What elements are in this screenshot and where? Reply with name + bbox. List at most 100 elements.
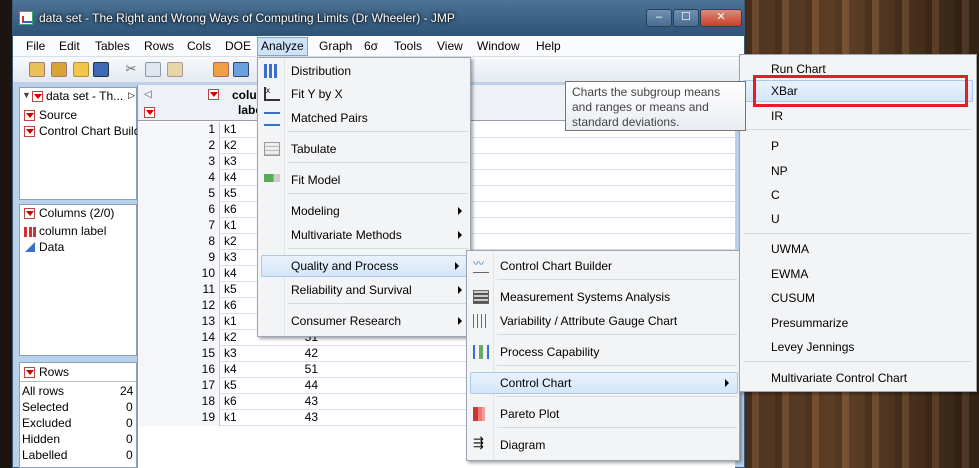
menu-item-diagram[interactable]: ⇶ Diagram (467, 434, 739, 456)
menu-item-matched-pairs[interactable]: Matched Pairs (258, 107, 470, 129)
expand-icon[interactable]: ▼ (22, 90, 31, 101)
row-number[interactable]: 16 (138, 362, 220, 378)
row-number[interactable]: 17 (138, 378, 220, 394)
cell-column-label[interactable]: k4 (224, 170, 237, 184)
menu-item-p[interactable]: P (740, 135, 976, 157)
menu-item-c[interactable]: C (740, 184, 976, 206)
grid-red-triangle-icon[interactable] (208, 89, 219, 100)
new-table-icon[interactable] (29, 62, 45, 77)
cell-column-label[interactable]: k4 (224, 362, 237, 376)
menu-item-process-capability[interactable]: Process Capability (467, 341, 739, 363)
row-number[interactable]: 10 (138, 266, 220, 282)
cell-column-label[interactable]: k2 (224, 234, 237, 248)
cell-column-label[interactable]: k2 (224, 138, 237, 152)
menu-item-presummarize[interactable]: Presummarize (740, 312, 976, 334)
menu-window[interactable]: Window (477, 39, 520, 53)
menu-doe[interactable]: DOE (225, 39, 251, 53)
cell-column-label[interactable]: k5 (224, 186, 237, 200)
column-label-item[interactable]: column label (39, 224, 106, 238)
cell-data[interactable]: 42 (290, 346, 318, 360)
grid-corner-icon[interactable]: ◁ (144, 89, 152, 100)
row-number[interactable]: 14 (138, 330, 220, 346)
row-number[interactable]: 11 (138, 282, 220, 298)
menu-item-modeling[interactable]: Modeling (258, 200, 470, 222)
cell-column-label[interactable]: k1 (224, 218, 237, 232)
copy-icon[interactable] (145, 62, 161, 77)
menu-item-control-chart[interactable]: Control Chart (470, 372, 738, 394)
menu-graph[interactable]: Graph (319, 39, 352, 53)
column-header-line1[interactable]: colu (232, 88, 257, 102)
cell-column-label[interactable]: k1 (224, 314, 237, 328)
cell-column-label[interactable]: k3 (224, 154, 237, 168)
table-name[interactable]: data set - Th... (46, 89, 123, 103)
cell-column-label[interactable]: k5 (224, 378, 237, 392)
cell-column-label[interactable]: k6 (224, 298, 237, 312)
cell-column-label[interactable]: k4 (224, 266, 237, 280)
row-number[interactable]: 19 (138, 410, 220, 426)
row-number[interactable]: 1 (138, 122, 220, 138)
menu-cols[interactable]: Cols (187, 39, 211, 53)
menu-item-np[interactable]: NP (740, 160, 976, 182)
menu-item-uwma[interactable]: UWMA (740, 238, 976, 260)
cell-column-label[interactable]: k1 (224, 122, 237, 136)
menu-item-distribution[interactable]: Distribution (258, 60, 470, 82)
menu-item-fit-y-by-x[interactable]: x Fit Y by X (258, 83, 470, 105)
menu-item-variability-gauge-chart[interactable]: Variability / Attribute Gauge Chart (467, 310, 739, 332)
close-button[interactable]: ✕ (700, 9, 742, 27)
cell-data[interactable]: 44 (290, 378, 318, 392)
cell-column-label[interactable]: k5 (224, 282, 237, 296)
menu-file[interactable]: File (26, 39, 45, 53)
row-number[interactable]: 7 (138, 218, 220, 234)
row-number[interactable]: 9 (138, 250, 220, 266)
table-red-triangle-icon[interactable] (32, 91, 43, 102)
ccb-script[interactable]: Control Chart Build (39, 124, 140, 138)
cell-column-label[interactable]: k1 (224, 410, 237, 424)
minimize-button[interactable]: – (646, 9, 672, 27)
source-red-triangle-icon[interactable] (24, 110, 35, 121)
rows-red-triangle-grid-icon[interactable] (144, 107, 155, 118)
menu-item-control-chart-builder[interactable]: 〰 Control Chart Builder (467, 255, 739, 277)
data-column-item[interactable]: Data (39, 240, 64, 254)
menu-item-u[interactable]: U (740, 208, 976, 230)
menu-analyze[interactable]: Analyze (257, 37, 308, 56)
cell-data[interactable]: 51 (290, 362, 318, 376)
cell-column-label[interactable]: k6 (224, 202, 237, 216)
menu-item-cusum[interactable]: CUSUM (740, 287, 976, 309)
grid-icon[interactable] (233, 62, 249, 77)
menu-item-multivariate-control-chart[interactable]: Multivariate Control Chart (740, 367, 976, 389)
row-number[interactable]: 2 (138, 138, 220, 154)
cell-column-label[interactable]: k3 (224, 346, 237, 360)
cut-icon[interactable]: ✂ (123, 62, 139, 77)
menu-view[interactable]: View (437, 39, 463, 53)
menu-six-sigma[interactable]: 6σ (364, 39, 378, 53)
menu-item-quality-and-process[interactable]: Quality and Process (261, 255, 468, 277)
menu-item-tabulate[interactable]: Tabulate (258, 138, 470, 160)
menu-item-ir[interactable]: IR (740, 105, 976, 127)
cell-column-label[interactable]: k6 (224, 394, 237, 408)
row-number[interactable]: 18 (138, 394, 220, 410)
save-icon[interactable] (93, 62, 109, 77)
cell-column-label[interactable]: k3 (224, 250, 237, 264)
row-number[interactable]: 8 (138, 234, 220, 250)
maximize-button[interactable]: ☐ (673, 9, 699, 27)
ccb-red-triangle-icon[interactable] (24, 126, 35, 137)
row-number[interactable]: 3 (138, 154, 220, 170)
menu-item-measurement-systems-analysis[interactable]: Measurement Systems Analysis (467, 286, 739, 308)
row-number[interactable]: 5 (138, 186, 220, 202)
row-number[interactable]: 4 (138, 170, 220, 186)
columns-red-triangle-icon[interactable] (24, 208, 35, 219)
row-number[interactable]: 12 (138, 298, 220, 314)
rows-red-triangle-icon[interactable] (24, 367, 35, 378)
menu-item-multivariate-methods[interactable]: Multivariate Methods (258, 224, 470, 246)
menu-tables[interactable]: Tables (95, 39, 130, 53)
new-script-icon[interactable] (51, 62, 67, 77)
cell-data[interactable]: 43 (290, 410, 318, 424)
menu-edit[interactable]: Edit (59, 39, 80, 53)
paste-icon[interactable] (167, 62, 183, 77)
cell-column-label[interactable]: k2 (224, 330, 237, 344)
menu-item-levey-jennings[interactable]: Levey Jennings (740, 336, 976, 358)
menu-item-pareto-plot[interactable]: Pareto Plot (467, 403, 739, 425)
menu-item-consumer-research[interactable]: Consumer Research (258, 310, 470, 332)
source-script[interactable]: Source (39, 108, 77, 122)
collapse-arrow-icon[interactable]: ▷ (128, 90, 135, 101)
